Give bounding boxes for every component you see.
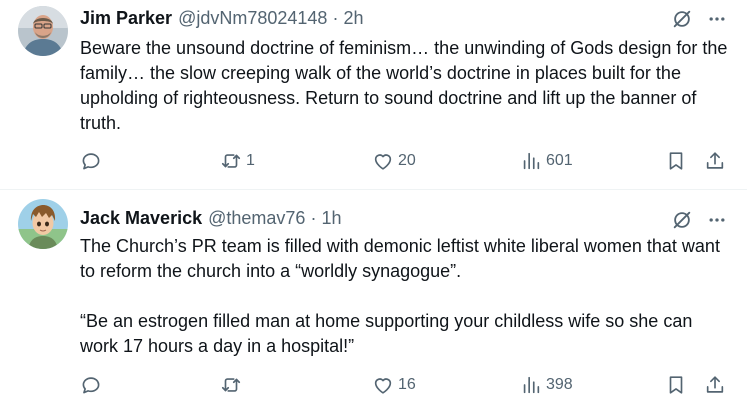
bookmark-button[interactable] <box>665 150 687 172</box>
grok-icon[interactable] <box>671 209 693 231</box>
views-icon <box>523 376 540 394</box>
avatar[interactable] <box>18 199 68 249</box>
author-name[interactable]: Jack Maverick <box>80 208 202 229</box>
tweet-actions: 16 398 <box>80 374 729 398</box>
repost-button[interactable]: 1 <box>220 150 255 172</box>
separator: · <box>310 207 317 228</box>
bookmark-icon <box>669 376 683 394</box>
share-icon <box>706 376 724 393</box>
view-count: 398 <box>546 376 573 393</box>
like-count: 20 <box>398 152 416 169</box>
tweet-header: Jack Maverick @themav76 · 1h <box>80 206 341 230</box>
like-icon <box>374 154 392 170</box>
separator: · <box>332 7 339 28</box>
timestamp[interactable]: 2h <box>343 8 363 29</box>
reply-icon <box>82 377 100 394</box>
timestamp[interactable]: 1h <box>321 208 341 229</box>
views-button[interactable]: 601 <box>520 150 573 172</box>
tweet-text: Beware the unsound doctrine of feminism…… <box>80 36 730 136</box>
tweet-header: Jim Parker @jdvNm78024148 · 2h <box>80 6 363 30</box>
tweet-paragraph: The Church’s PR team is filled with demo… <box>80 236 720 281</box>
views-icon <box>523 152 540 170</box>
like-button[interactable]: 16 <box>372 374 416 396</box>
tweet-actions: 1 20 601 <box>80 150 729 174</box>
reply-icon <box>82 153 100 170</box>
grok-icon[interactable] <box>671 8 693 30</box>
like-button[interactable]: 20 <box>372 150 416 172</box>
tweet-paragraph: Beware the unsound doctrine of feminism…… <box>80 38 728 133</box>
tweet-top-actions <box>671 209 727 231</box>
bookmark-icon <box>669 152 683 170</box>
like-icon <box>374 378 392 394</box>
more-icon[interactable] <box>707 9 727 29</box>
share-button[interactable] <box>704 150 726 172</box>
reply-button[interactable] <box>80 374 106 396</box>
repost-icon <box>221 154 241 168</box>
tweet[interactable]: Jack Maverick @themav76 · 1h The Church’… <box>0 191 747 414</box>
repost-icon <box>221 378 241 392</box>
author-name[interactable]: Jim Parker <box>80 8 172 29</box>
share-button[interactable] <box>704 374 726 396</box>
view-count: 601 <box>546 152 573 169</box>
repost-count: 1 <box>246 152 255 169</box>
author-handle[interactable]: @themav76 <box>208 208 305 229</box>
like-count: 16 <box>398 376 416 393</box>
author-handle[interactable]: @jdvNm78024148 <box>178 8 327 29</box>
tweet[interactable]: Jim Parker @jdvNm78024148 · 2h Beware th… <box>0 0 747 190</box>
avatar[interactable] <box>18 6 68 56</box>
tweet-paragraph: “Be an estrogen filled man at home suppo… <box>80 311 693 356</box>
share-icon <box>706 152 724 169</box>
more-icon[interactable] <box>707 210 727 230</box>
repost-button[interactable] <box>220 374 246 396</box>
views-button[interactable]: 398 <box>520 374 573 396</box>
tweet-top-actions <box>671 8 727 30</box>
bookmark-button[interactable] <box>665 374 687 396</box>
reply-button[interactable] <box>80 150 106 172</box>
tweet-text: The Church’s PR team is filled with demo… <box>80 234 730 359</box>
